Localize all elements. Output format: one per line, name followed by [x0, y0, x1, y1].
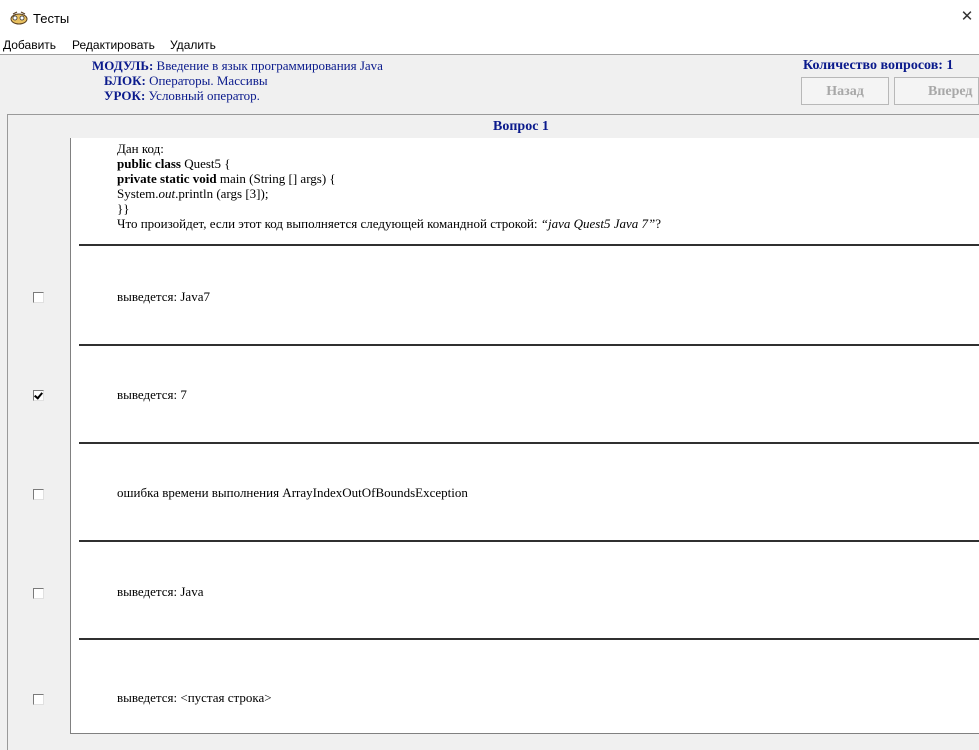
answer-checkbox-4[interactable] — [33, 588, 44, 599]
code-text: main (String [] args) { — [216, 171, 336, 186]
question-count: Количество вопросов: 1 — [803, 58, 954, 73]
code-line-3: System.out.println (args [3]); — [117, 186, 268, 202]
app-icon — [10, 11, 28, 25]
prompt-command: “java Quest5 Java 7” — [540, 216, 656, 231]
question-intro: Дан код: — [117, 141, 164, 156]
module-value: Введение в язык программирования Java — [156, 58, 383, 73]
separator — [79, 540, 979, 542]
code-line-2: private static void main (String [] args… — [117, 171, 336, 187]
menu-add[interactable]: Добавить — [3, 38, 56, 52]
answer-text-2: выведется: 7 — [117, 387, 187, 402]
question-title: Вопрос 1 — [493, 119, 549, 134]
block-row: БЛОК: Операторы. Массивы — [104, 73, 268, 88]
question-prompt: Что произойдет, если этот код выполняетс… — [117, 216, 661, 232]
prompt-end: ? — [655, 216, 662, 231]
separator — [79, 638, 979, 640]
answer-text-3: ошибка времени выполнения ArrayIndexOutO… — [117, 485, 468, 500]
menu-delete[interactable]: Удалить — [170, 38, 216, 52]
answer-checkbox-3[interactable] — [33, 489, 44, 500]
code-text: .println (args [3]); — [175, 186, 269, 201]
forward-button[interactable]: Вперед — [894, 77, 979, 105]
answer-checkbox-2[interactable] — [33, 390, 44, 401]
module-row: МОДУЛЬ: Введение в язык программирования… — [92, 58, 383, 73]
code-text: Quest5 { — [180, 156, 231, 171]
title-bar: Тесты ✕ — [0, 0, 979, 34]
code-line-1: public class Quest5 { — [117, 156, 231, 172]
code-text: System. — [117, 186, 159, 201]
block-value: Операторы. Массивы — [149, 73, 268, 88]
lesson-label: УРОК: — [104, 88, 146, 103]
code-line-4: }} — [117, 201, 130, 216]
separator — [79, 344, 979, 346]
close-button[interactable]: ✕ — [955, 0, 979, 34]
code-italic: out — [158, 186, 176, 201]
question-panel: Дан код: public class Quest5 { private s… — [70, 138, 979, 734]
window-title: Тесты — [33, 11, 70, 26]
menu-bar: Добавить Редактировать Удалить — [0, 34, 979, 54]
answer-text-4: выведется: Java — [117, 584, 204, 599]
lesson-value: Условный оператор. — [148, 88, 260, 103]
answer-checkbox-1[interactable] — [33, 292, 44, 303]
separator — [79, 244, 979, 246]
lesson-row: УРОК: Условный оператор. — [104, 88, 260, 103]
module-label: МОДУЛЬ: — [92, 58, 154, 73]
code-keyword: public class — [117, 156, 181, 171]
header-panel: МОДУЛЬ: Введение в язык программирования… — [0, 54, 979, 109]
answer-text-1: выведется: Java7 — [117, 289, 210, 304]
block-label: БЛОК: — [104, 73, 146, 88]
menu-edit[interactable]: Редактировать — [72, 38, 155, 52]
separator — [79, 442, 979, 444]
back-button[interactable]: Назад — [801, 77, 889, 105]
answer-text-5: выведется: <пустая строка> — [117, 690, 272, 705]
prompt-text: Что произойдет, если этот код выполняетс… — [117, 216, 541, 231]
answer-checkbox-5[interactable] — [33, 694, 44, 705]
code-keyword: private static void — [117, 171, 217, 186]
